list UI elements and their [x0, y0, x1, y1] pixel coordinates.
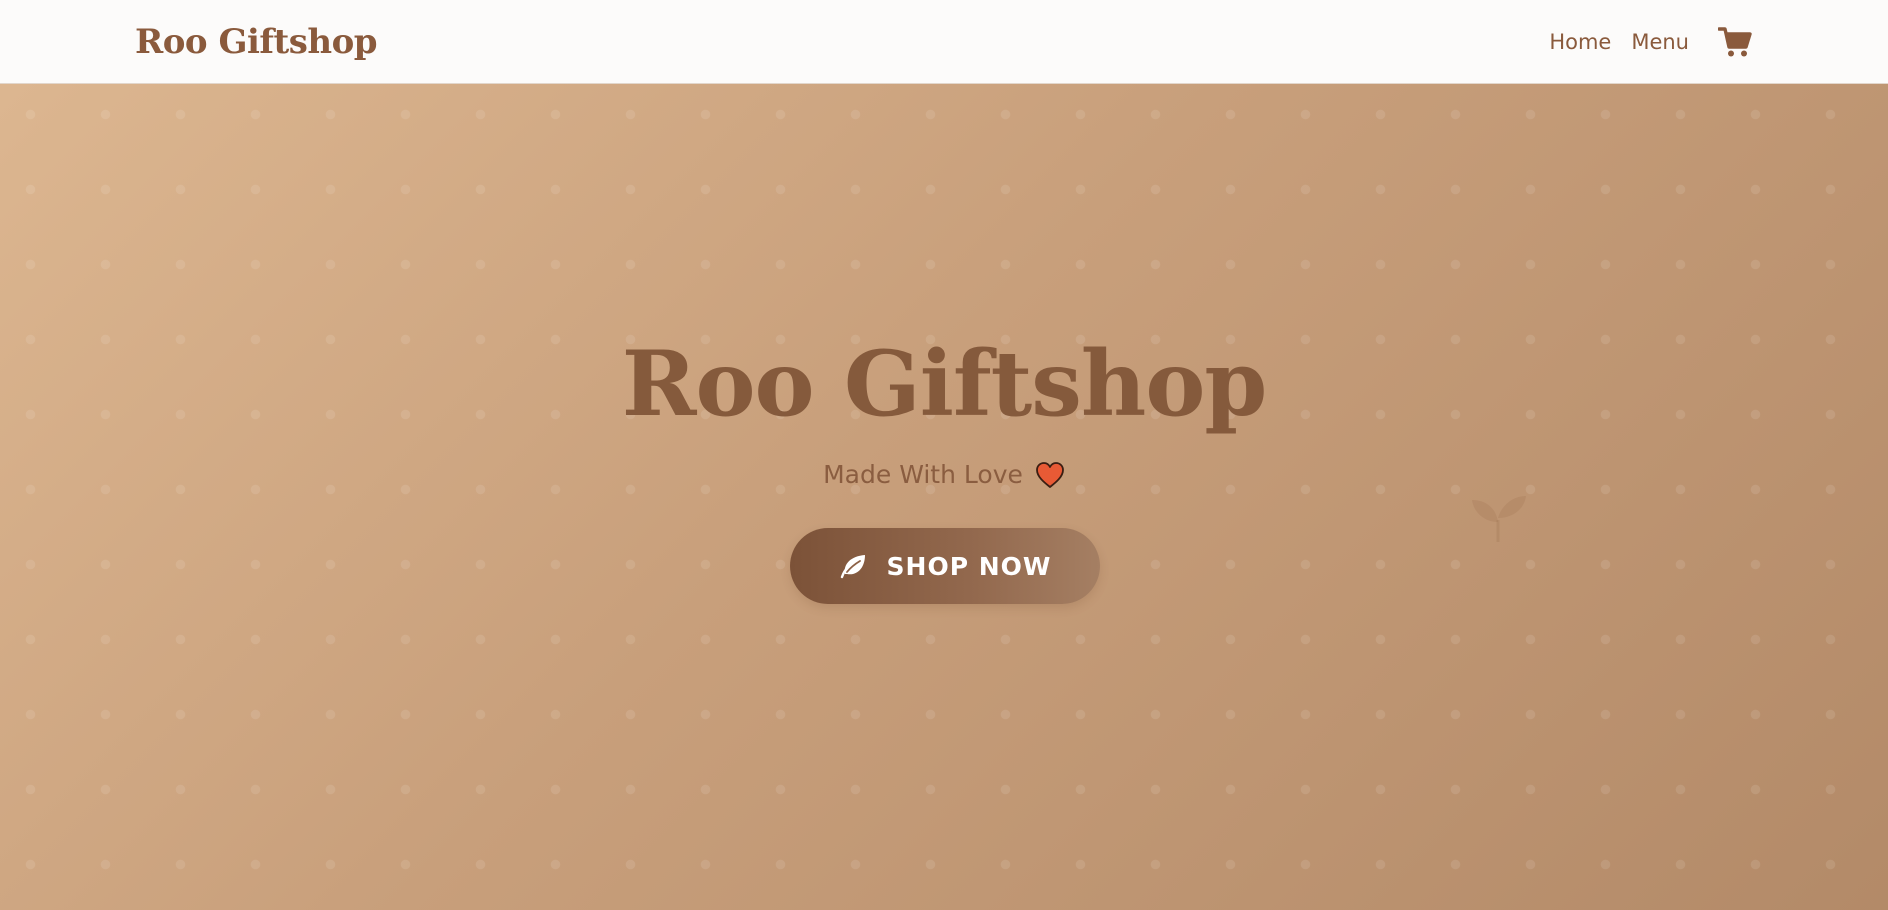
- main-nav: Home Menu: [1549, 22, 1753, 62]
- hero-tagline: Made With Love: [0, 460, 1888, 489]
- sprout-icon: [1472, 496, 1526, 542]
- shop-now-button[interactable]: SHOP NOW: [790, 528, 1100, 604]
- hero-title: Roo Giftshop: [621, 331, 1268, 437]
- tagline-text: Made With Love: [823, 460, 1023, 489]
- nav-menu-link[interactable]: Menu: [1631, 30, 1689, 54]
- heart-icon: [1035, 461, 1064, 488]
- top-header: Roo Giftshop Home Menu: [0, 0, 1888, 84]
- nav-home-link[interactable]: Home: [1549, 30, 1611, 54]
- shop-now-label: SHOP NOW: [886, 551, 1052, 581]
- leaf-icon: [840, 555, 865, 579]
- cart-icon[interactable]: [1717, 24, 1753, 60]
- dot-pattern-background: [0, 84, 1888, 910]
- brand-logo[interactable]: Roo Giftshop: [135, 17, 378, 67]
- hero-section: Roo Giftshop Made With Love SHOP NOW: [0, 84, 1888, 910]
